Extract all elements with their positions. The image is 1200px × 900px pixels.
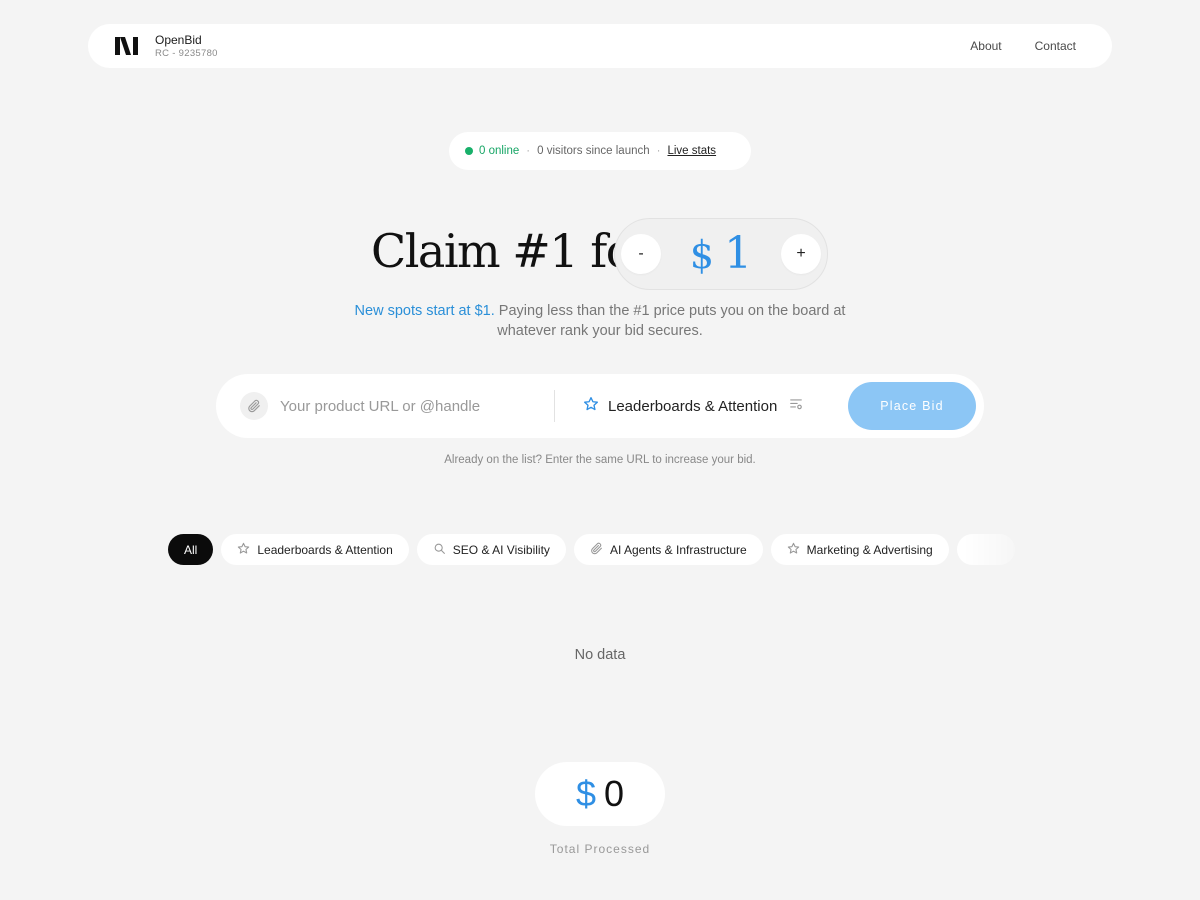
separator: · [526, 145, 531, 157]
paperclip-icon [590, 542, 603, 558]
chip-label [973, 543, 1000, 557]
empty-state: No data [574, 647, 626, 663]
chip-label: Leaderboards & Attention [257, 542, 393, 557]
price-stepper: - $1 + [614, 218, 828, 290]
top-nav: About Contact [970, 39, 1076, 53]
filter-chip-ai-agents[interactable]: AI Agents & Infrastructure [573, 534, 763, 565]
divider [554, 390, 555, 422]
hero-title: Claim #1 for [371, 224, 654, 278]
online-count: 0 online [479, 145, 520, 157]
subtext-highlight: New spots start at $1. [354, 303, 495, 319]
brand-name: OpenBid [155, 33, 202, 48]
filter-chip-leaderboards[interactable]: Leaderboards & Attention [221, 534, 409, 565]
category-label: Leaderboards & Attention [608, 397, 778, 415]
chip-label: AI Agents & Infrastructure [609, 542, 747, 557]
increase-price-button[interactable]: + [781, 234, 821, 274]
price-currency: $ [689, 233, 715, 277]
product-url-input[interactable] [280, 397, 550, 415]
filter-list-icon [789, 397, 803, 416]
bid-form: Leaderboards & Attention Place Bid [216, 374, 984, 438]
brand-registration: RC - 9235780 [155, 47, 218, 59]
filter-chip-marketing[interactable]: Marketing & Advertising [770, 534, 949, 565]
brand: OpenBid RC - 9235780 [155, 33, 218, 59]
category-filters: All Leaderboards & Attention SEO & AI Vi… [168, 534, 1030, 566]
total-value: 0 [604, 773, 625, 814]
hero-subtext: New spots start at $1. Paying less than … [350, 301, 850, 341]
bid-hint: Already on the list? Enter the same URL … [444, 454, 756, 466]
visitor-status-pill: 0 online · 0 visitors since launch · Liv… [449, 132, 751, 170]
filter-chip-seo[interactable]: SEO & AI Visibility [416, 534, 566, 565]
live-stats-link[interactable]: Live stats [667, 145, 716, 157]
visitor-count: 0 visitors since launch [537, 145, 650, 157]
place-bid-button[interactable]: Place Bid [848, 382, 976, 430]
subtext-body: Paying less than the #1 price puts you o… [494, 303, 846, 339]
online-dot-icon [465, 147, 473, 155]
chip-label: All [184, 542, 198, 557]
top-header: OpenBid RC - 9235780 About Contact [88, 24, 1112, 68]
star-icon [237, 542, 250, 558]
nav-contact-link[interactable]: Contact [1035, 39, 1076, 53]
total-currency: $ [575, 773, 596, 814]
separator: · [656, 145, 661, 157]
decrease-price-button[interactable]: - [621, 234, 661, 274]
filter-chip-more[interactable] [956, 534, 1016, 565]
paperclip-icon [240, 392, 268, 420]
search-icon [433, 542, 446, 558]
price-value: 1 [724, 228, 753, 279]
total-processed-card: $ 0 [535, 762, 665, 826]
star-icon [583, 396, 599, 417]
total-processed-label: Total Processed [549, 842, 651, 856]
chip-label: Marketing & Advertising [806, 542, 933, 557]
logo-icon[interactable] [115, 35, 139, 57]
star-icon [787, 542, 800, 558]
price-display: $1 [661, 232, 781, 276]
category-select[interactable]: Leaderboards & Attention [583, 396, 809, 417]
chip-label: SEO & AI Visibility [452, 542, 550, 557]
filter-chip-all[interactable]: All [168, 534, 214, 565]
nav-about-link[interactable]: About [970, 39, 1001, 53]
